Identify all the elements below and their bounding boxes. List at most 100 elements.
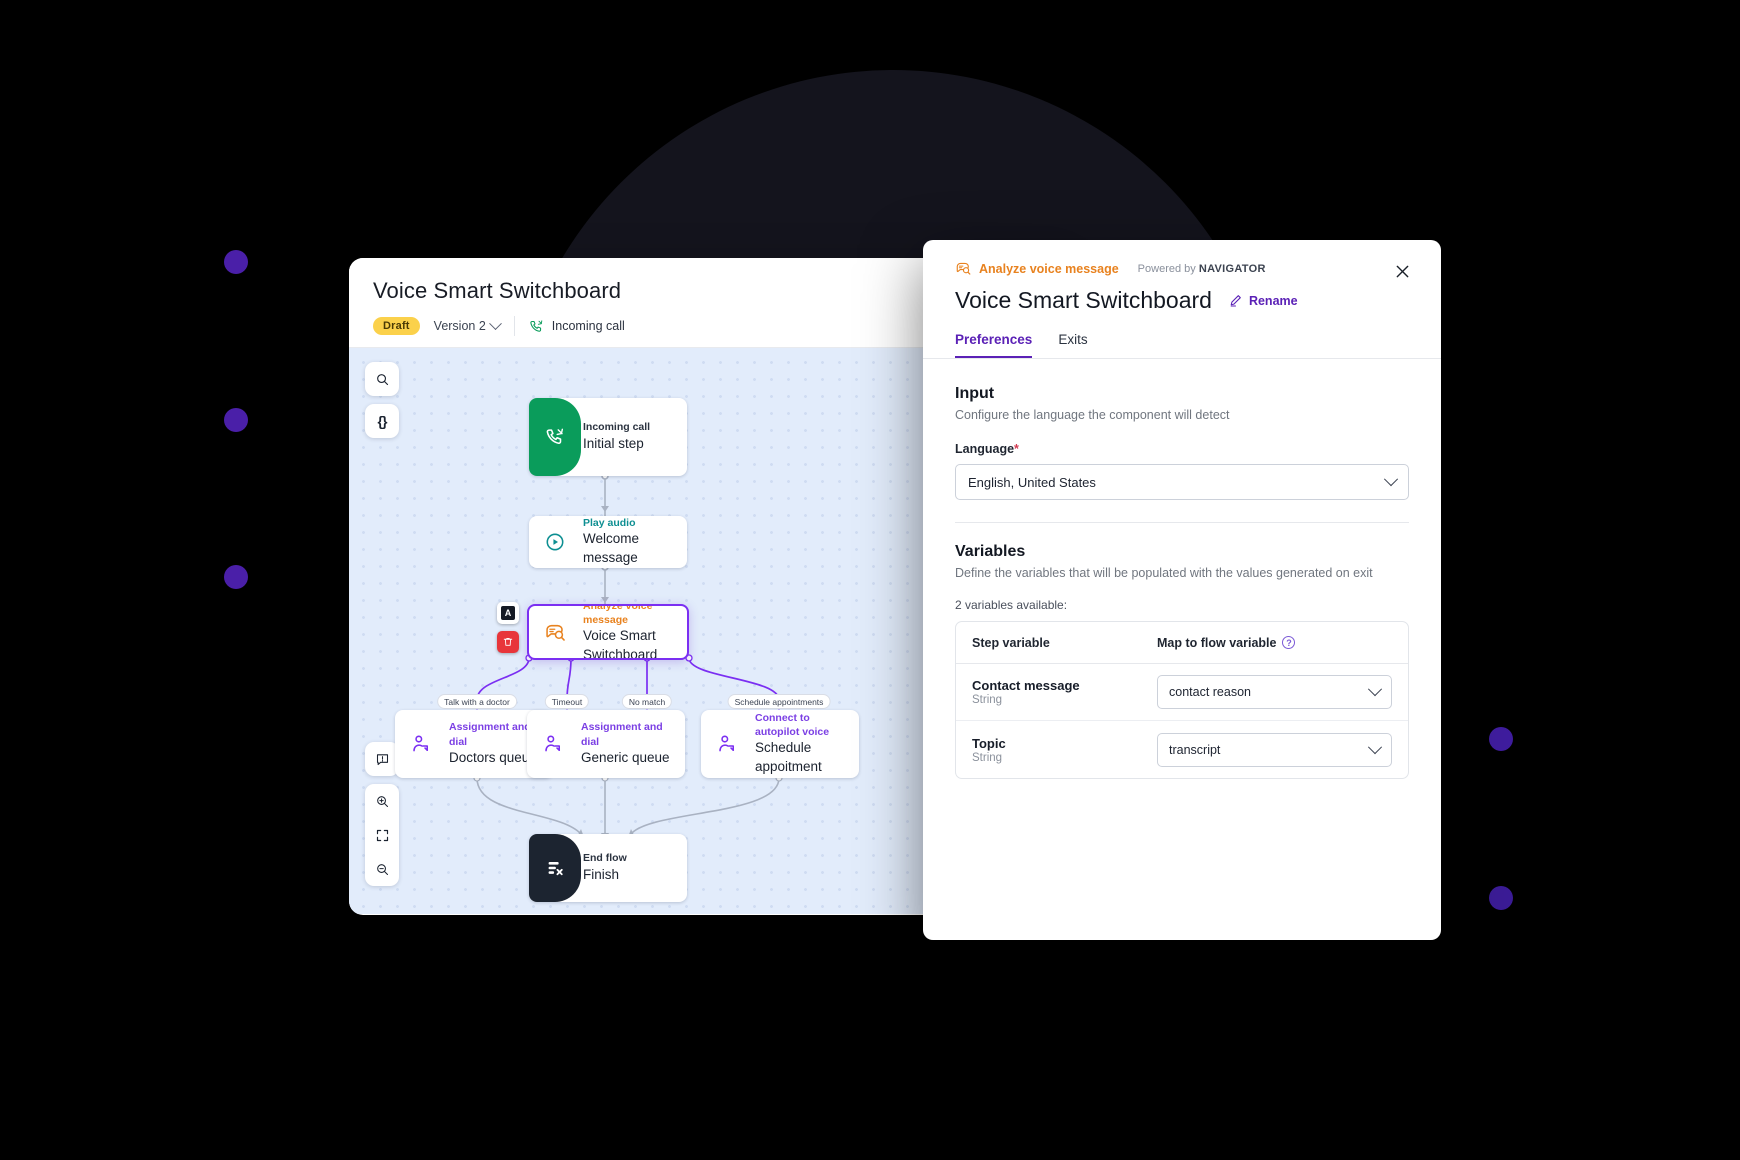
- play-circle-icon: [546, 533, 564, 551]
- node-name: Finish: [583, 866, 620, 882]
- tab-exits[interactable]: Exits: [1058, 332, 1087, 358]
- decorative-dot: [1489, 727, 1513, 751]
- assignment-dial-icon: [545, 735, 561, 752]
- delete-badge[interactable]: [497, 631, 519, 653]
- divider: [513, 316, 515, 336]
- variables-table: Step variable Map to flow variable ? Con…: [955, 621, 1409, 779]
- step-variable-name: Contact message: [972, 678, 1080, 693]
- flow-node-analyze-voice-message[interactable]: Analyze voice message Voice Smart Switch…: [527, 604, 689, 660]
- node-name: Voice Smart Switchboard: [583, 628, 658, 660]
- assignment-dial-icon: [413, 735, 429, 752]
- end-flow-icon: [548, 862, 563, 876]
- screen-root: Voice Smart Switchboard Draft Version 2 …: [0, 0, 1740, 1160]
- pencil-icon: [1230, 295, 1241, 307]
- voice-analyze-icon: [545, 624, 565, 641]
- version-selector[interactable]: Version 2: [434, 316, 502, 333]
- canvas-toolbar-code: {}: [365, 404, 399, 438]
- help-icon[interactable]: ?: [1282, 636, 1296, 649]
- node-icon: [395, 733, 447, 755]
- map-variable-value: transcript: [1169, 742, 1221, 757]
- node-icon: [529, 621, 581, 644]
- node-name: Welcome message: [583, 531, 640, 566]
- zoom-in-icon[interactable]: [365, 784, 399, 818]
- node-icon: [701, 733, 753, 755]
- voice-analyze-icon: [956, 262, 971, 275]
- zoom-out-icon[interactable]: [365, 852, 399, 886]
- table-row: Contact message String contact reason: [956, 664, 1408, 721]
- language-select[interactable]: English, United States: [955, 464, 1409, 500]
- autopilot-voice-icon: [719, 735, 735, 752]
- search-glyph: [376, 373, 388, 385]
- trash-icon: [503, 637, 513, 646]
- rename-button[interactable]: Rename: [1228, 293, 1298, 308]
- map-variable-cell: contact reason: [1157, 675, 1392, 709]
- phone-incoming-icon: [530, 319, 543, 332]
- node-kind: End flow: [583, 852, 627, 865]
- language-label-text: Language: [955, 442, 1015, 456]
- node-icon-badge: [529, 834, 581, 902]
- table-header-row: Step variable Map to flow variable ?: [956, 622, 1408, 664]
- decorative-dot: [224, 408, 248, 432]
- trigger-chip[interactable]: Incoming call: [529, 319, 625, 334]
- chevron-down-icon: [1383, 472, 1399, 487]
- step-settings-panel: Analyze voice message Powered by NAVIGAT…: [923, 240, 1441, 940]
- phone-incoming-icon: [546, 428, 564, 445]
- map-variable-select[interactable]: contact reason: [1157, 675, 1392, 709]
- edge-label: Timeout: [544, 694, 590, 709]
- edge-label: Talk with a doctor: [437, 694, 517, 709]
- tab-preferences[interactable]: Preferences: [955, 332, 1033, 358]
- zoom-in-glyph: [376, 795, 388, 807]
- step-variable-type: String: [972, 751, 1003, 764]
- flow-node-incoming-call[interactable]: Incoming call Initial step: [529, 398, 687, 476]
- flow-node-end-flow[interactable]: End flow Finish: [529, 834, 687, 902]
- node-icon-badge: [529, 398, 581, 476]
- table-row: Topic String transcript: [956, 721, 1408, 778]
- map-variable-cell: transcript: [1157, 732, 1392, 767]
- node-text: Assignment and dial Generic queue: [579, 711, 685, 776]
- close-button[interactable]: [1389, 258, 1415, 284]
- powered-by-brand: NAVIGATOR: [1198, 262, 1266, 275]
- panel-eyebrow-label: Analyze voice message: [979, 261, 1119, 276]
- annotate-badge[interactable]: A: [497, 602, 519, 624]
- variables-section-description: Define the variables that will be popula…: [955, 566, 1373, 580]
- map-variable-value: contact reason: [1169, 685, 1251, 699]
- trigger-label: Incoming call: [551, 319, 625, 333]
- node-icon: [529, 531, 581, 553]
- column-header-step-variable: Step variable: [972, 635, 1050, 650]
- node-name: Generic queue: [581, 749, 670, 765]
- canvas-toolbar-top: [365, 362, 399, 396]
- zoom-out-glyph: [376, 863, 388, 875]
- edge-label: Schedule appointments: [727, 694, 831, 709]
- node-name: Schedule appoitment: [755, 740, 822, 775]
- step-variable-cell: Topic String: [972, 736, 1157, 764]
- powered-by: Powered by NAVIGATOR: [1138, 263, 1266, 275]
- decorative-dot: [224, 565, 248, 589]
- canvas-toolbar-comment: [365, 742, 399, 776]
- variables-section-heading: Variables: [955, 543, 1026, 560]
- node-text: Incoming call Initial step: [581, 411, 662, 462]
- chevron-down-icon: [1367, 739, 1383, 754]
- variables-count: 2 variables available:: [955, 598, 1068, 612]
- fit-screen-glyph: [376, 829, 388, 841]
- map-variable-select[interactable]: transcript: [1157, 732, 1392, 767]
- node-text: Play audio Welcome message: [581, 516, 687, 568]
- decorative-dot: [224, 250, 248, 274]
- input-section-description: Configure the language the component wil…: [955, 408, 1230, 422]
- flow-node-generic-queue[interactable]: Assignment and dial Generic queue: [527, 710, 685, 778]
- annotate-badge-label: A: [501, 606, 515, 620]
- search-icon[interactable]: [365, 362, 399, 396]
- flow-node-play-audio[interactable]: Play audio Welcome message: [529, 516, 687, 568]
- node-text: Analyze voice message Voice Smart Switch…: [581, 606, 687, 660]
- code-braces-icon[interactable]: {}: [365, 404, 399, 438]
- chevron-down-icon: [1367, 682, 1383, 697]
- comment-glyph: [376, 753, 388, 765]
- language-field-label: Language*: [955, 442, 1409, 456]
- fit-screen-icon[interactable]: [365, 818, 399, 852]
- flow-node-schedule-appointment[interactable]: Connect to autopilot voice Schedule appo…: [701, 710, 859, 778]
- panel-title: Voice Smart Switchboard: [955, 287, 1212, 313]
- node-kind: Connect to autopilot voice: [755, 711, 830, 739]
- step-variable-cell: Contact message String: [972, 678, 1157, 706]
- node-text: End flow Finish: [581, 842, 639, 893]
- comment-icon[interactable]: [365, 742, 399, 776]
- step-variable-name: Topic: [972, 735, 1006, 751]
